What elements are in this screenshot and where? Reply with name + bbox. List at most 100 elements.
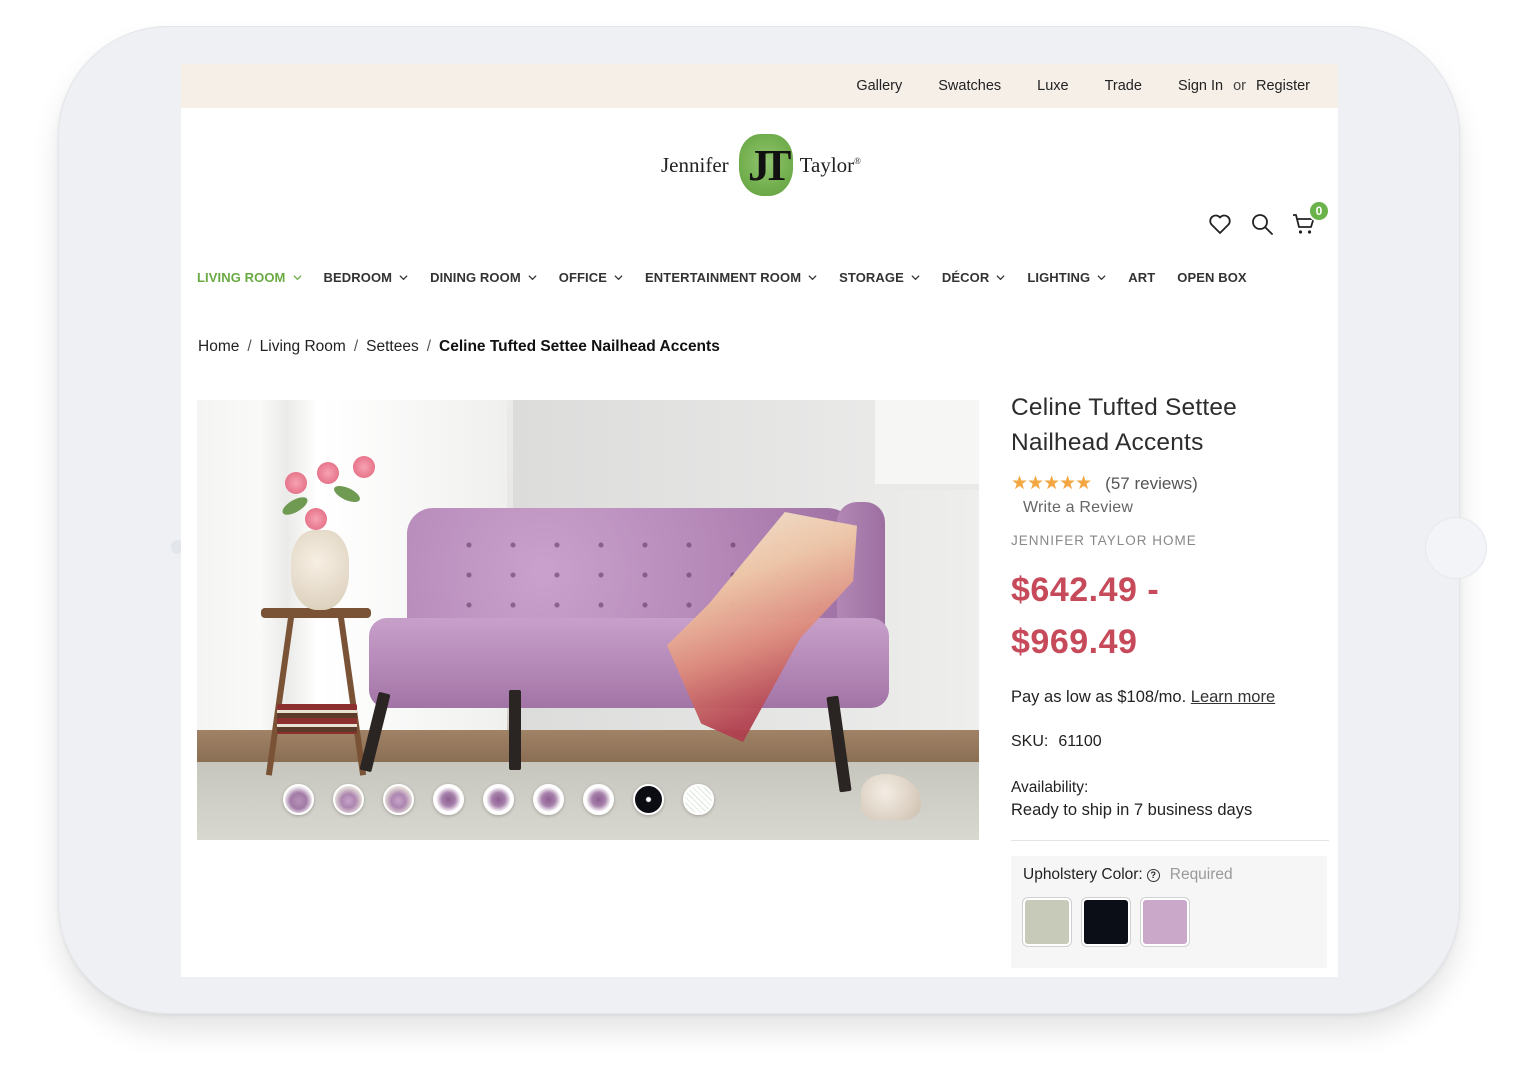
topbar-link-swatches[interactable]: Swatches (938, 78, 1001, 94)
swatch-lavender[interactable] (1141, 898, 1189, 946)
logo-monogram: JT (731, 132, 798, 198)
nav-item-dining-room[interactable]: DINING ROOM (430, 270, 537, 285)
nav-item-decor[interactable]: DÉCOR (942, 270, 1005, 285)
nav-item-bedroom[interactable]: BEDROOM (324, 270, 409, 285)
required-indicator: Required (1169, 866, 1233, 883)
logo-registered-mark: ® (854, 155, 861, 166)
sku-label: SKU: (1011, 733, 1049, 750)
chevron-down-icon (1097, 275, 1106, 281)
chevron-down-icon (399, 275, 408, 281)
upholstery-color-option: Upholstery Color: ? Required (1011, 856, 1327, 968)
thumbnail-4[interactable] (433, 784, 464, 815)
register-link[interactable]: Register (1256, 78, 1310, 94)
nav-label: OPEN BOX (1177, 270, 1247, 285)
thumbnail-5[interactable] (483, 784, 514, 815)
chevron-down-icon (614, 275, 623, 281)
sku-value: 61100 (1058, 733, 1102, 750)
swatch-black[interactable] (1082, 898, 1130, 946)
breadcrumb-living-room[interactable]: Living Room (260, 338, 346, 356)
price-high: $969.49 (1011, 623, 1138, 661)
image-sofa-seat (369, 618, 889, 708)
thumbnail-9[interactable] (683, 784, 714, 815)
upholstery-color-label: Upholstery Color: (1023, 866, 1143, 883)
logo-word-right: Taylor® (800, 153, 861, 178)
nav-label: LIVING ROOM (197, 270, 286, 285)
logo-word-right-text: Taylor (799, 152, 855, 177)
breadcrumb-settees[interactable]: Settees (366, 338, 419, 356)
thumbnail-7[interactable] (583, 784, 614, 815)
nav-label: OFFICE (558, 270, 608, 285)
utility-bar: Gallery Swatches Luxe Trade Sign In or R… (181, 64, 1338, 108)
image-sofa-leg (509, 690, 521, 770)
chevron-down-icon (292, 275, 302, 281)
nav-item-lighting[interactable]: LIGHTING (1027, 270, 1106, 285)
logo-monogram-letters: JT (747, 141, 791, 190)
product-rating: ★★★★★ (57 reviews) (1011, 472, 1329, 495)
heart-icon[interactable] (1208, 212, 1232, 236)
main-nav: LIVING ROOM BEDROOM DINING ROOM OFFICE E… (197, 270, 1269, 285)
cart-count-badge: 0 (1308, 200, 1330, 222)
header-icons: 0 (1208, 200, 1330, 236)
financing-amount: Pay as low as $108/mo. (1011, 688, 1187, 706)
breadcrumb-separator: / (353, 338, 359, 355)
image-books (277, 704, 357, 734)
thumbnail-1[interactable] (283, 784, 314, 815)
nav-item-storage[interactable]: STORAGE (839, 270, 920, 285)
image-flower (305, 508, 327, 530)
product-sku: SKU: 61100 (1011, 733, 1329, 751)
sign-in-link[interactable]: Sign In (1178, 78, 1223, 94)
home-button (1425, 517, 1487, 579)
image-right-window (869, 400, 979, 490)
breadcrumb-separator: / (247, 338, 252, 355)
product-main-image[interactable] (197, 400, 979, 840)
product-price: $642.49 - $969.49 (1011, 564, 1329, 668)
nav-label: BEDROOM (323, 270, 393, 285)
product-info-panel: Celine Tufted Settee Nailhead Accents ★★… (1011, 390, 1329, 841)
breadcrumb-separator: / (426, 338, 432, 355)
product-brand[interactable]: JENNIFER TAYLOR HOME (1011, 533, 1329, 548)
topbar-link-gallery[interactable]: Gallery (856, 78, 902, 94)
breadcrumb: Home / Living Room / Settees / Celine Tu… (198, 338, 720, 356)
divider (1011, 840, 1329, 841)
image-vase (291, 530, 349, 610)
nav-item-office[interactable]: OFFICE (559, 270, 623, 285)
nav-label: STORAGE (839, 270, 904, 285)
search-icon[interactable] (1250, 212, 1274, 236)
nav-label: LIGHTING (1027, 270, 1091, 285)
nav-label: ENTERTAINMENT ROOM (645, 270, 802, 285)
image-flower (353, 456, 375, 478)
availability-label: Availability: (1011, 779, 1089, 796)
chevron-down-icon (808, 275, 817, 281)
nav-item-living-room[interactable]: LIVING ROOM (197, 270, 302, 285)
chevron-down-icon (911, 275, 920, 281)
logo-word-left: Jennifer (661, 152, 729, 177)
or-text: or (1233, 78, 1246, 94)
financing-text: Pay as low as $108/mo. Learn more (1011, 688, 1329, 707)
thumbnail-2[interactable] (333, 784, 364, 815)
breadcrumb-home[interactable]: Home (198, 338, 239, 356)
nav-item-open-box[interactable]: OPEN BOX (1177, 270, 1246, 285)
topbar-link-trade[interactable]: Trade (1105, 78, 1142, 94)
thumbnail-6[interactable] (533, 784, 564, 815)
chevron-down-icon (528, 275, 537, 281)
reviews-count-link[interactable]: (57 reviews) (1105, 474, 1198, 494)
site-logo[interactable]: Jennifer JT Taylor® (661, 130, 861, 200)
write-review-link[interactable]: Write a Review (1023, 499, 1329, 517)
breadcrumb-current: Celine Tufted Settee Nailhead Accents (439, 338, 720, 355)
nav-item-entertainment-room[interactable]: ENTERTAINMENT ROOM (645, 270, 817, 285)
cart-icon[interactable]: 0 (1292, 200, 1330, 236)
image-flower (285, 472, 307, 494)
thumbnail-8[interactable] (633, 784, 664, 815)
option-label: Upholstery Color: ? Required (1023, 866, 1315, 884)
nav-label: DÉCOR (941, 270, 990, 285)
help-icon[interactable]: ? (1146, 868, 1160, 882)
thumbnail-strip (283, 784, 714, 815)
nav-label: ART (1128, 270, 1156, 285)
thumbnail-3[interactable] (383, 784, 414, 815)
chevron-down-icon (996, 275, 1005, 281)
topbar-link-luxe[interactable]: Luxe (1037, 78, 1068, 94)
image-flower (317, 462, 339, 484)
nav-item-art[interactable]: ART (1128, 270, 1155, 285)
swatch-sage[interactable] (1023, 898, 1071, 946)
learn-more-link[interactable]: Learn more (1191, 688, 1275, 706)
